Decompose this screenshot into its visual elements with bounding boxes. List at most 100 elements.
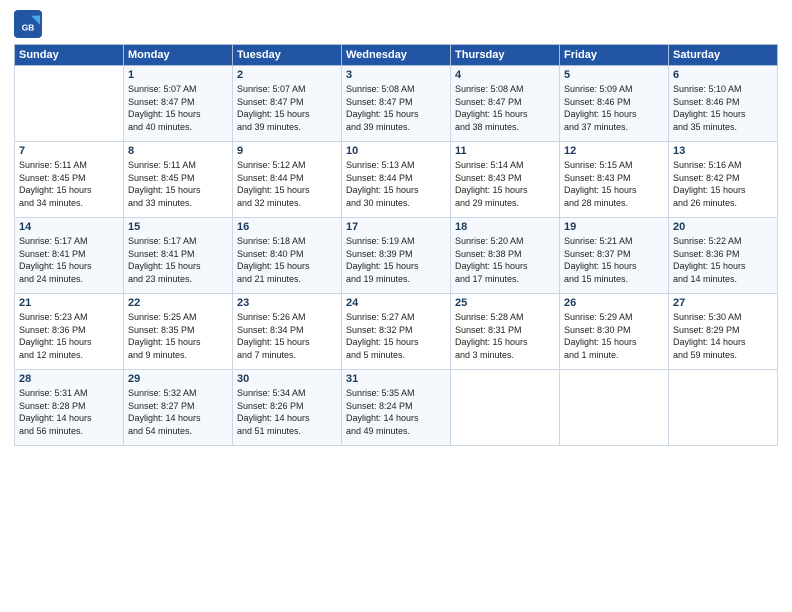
day-number: 28 bbox=[19, 373, 119, 385]
calendar-cell: 13Sunrise: 5:16 AMSunset: 8:42 PMDayligh… bbox=[669, 142, 778, 218]
calendar-cell: 2 Sunrise: 5:07 AMSunset: 8:47 PMDaylight… bbox=[233, 66, 342, 142]
cell-details: Sunrise: 5:15 AMSunset: 8:43 PMDaylight:… bbox=[564, 159, 664, 209]
day-number: 12 bbox=[564, 145, 664, 157]
cell-details: Sunrise: 5:08 AMSunset: 8:47 PMDaylight:… bbox=[346, 83, 446, 133]
weekday-header: Monday bbox=[124, 45, 233, 66]
cell-details: Sunrise: 5:13 AMSunset: 8:44 PMDaylight:… bbox=[346, 159, 446, 209]
calendar-cell: 17 Sunrise: 5:19 AMSunset: 8:39 PMDayligh… bbox=[342, 218, 451, 294]
day-number: 7 bbox=[19, 145, 119, 157]
calendar-cell: 14 Sunrise: 5:17 AMSunset: 8:41 PMDayligh… bbox=[15, 218, 124, 294]
day-number: 13 bbox=[673, 145, 773, 157]
cell-details: Sunrise: 5:28 AMSunset: 8:31 PMDaylight:… bbox=[455, 311, 555, 361]
cell-details: Sunrise: 5:31 AMSunset: 8:28 PMDaylight:… bbox=[19, 387, 119, 437]
day-number: 26 bbox=[564, 297, 664, 309]
weekday-header: Tuesday bbox=[233, 45, 342, 66]
page-container: GB SundayMondayTuesdayWednesdayThursdayF… bbox=[0, 0, 792, 452]
day-number: 10 bbox=[346, 145, 446, 157]
day-number: 31 bbox=[346, 373, 446, 385]
day-number: 24 bbox=[346, 297, 446, 309]
calendar-cell: 3Sunrise: 5:08 AMSunset: 8:47 PMDaylight… bbox=[342, 66, 451, 142]
day-number: 16 bbox=[237, 221, 337, 233]
calendar-cell bbox=[451, 370, 560, 446]
calendar-cell: 4Sunrise: 5:08 AMSunset: 8:47 PMDaylight… bbox=[451, 66, 560, 142]
cell-details: Sunrise: 5:23 AMSunset: 8:36 PMDaylight:… bbox=[19, 311, 119, 361]
weekday-header: Thursday bbox=[451, 45, 560, 66]
weekday-header: Friday bbox=[560, 45, 669, 66]
day-number: 4 bbox=[455, 69, 555, 81]
cell-details: Sunrise: 5:09 AMSunset: 8:46 PMDaylight:… bbox=[564, 83, 664, 133]
day-number: 25 bbox=[455, 297, 555, 309]
calendar-cell: 12 Sunrise: 5:15 AMSunset: 8:43 PMDayligh… bbox=[560, 142, 669, 218]
weekday-header: Saturday bbox=[669, 45, 778, 66]
day-number: 27 bbox=[673, 297, 773, 309]
calendar-cell: 9Sunrise: 5:12 AMSunset: 8:44 PMDaylight… bbox=[233, 142, 342, 218]
header: GB bbox=[14, 10, 778, 38]
day-number: 11 bbox=[455, 145, 555, 157]
day-number: 22 bbox=[128, 297, 228, 309]
cell-details: Sunrise: 5:27 AMSunset: 8:32 PMDaylight:… bbox=[346, 311, 446, 361]
cell-details: Sunrise: 5:18 AMSunset: 8:40 PMDaylight:… bbox=[237, 235, 337, 285]
day-number: 15 bbox=[128, 221, 228, 233]
calendar-cell: 10 Sunrise: 5:13 AMSunset: 8:44 PMDayligh… bbox=[342, 142, 451, 218]
day-number: 29 bbox=[128, 373, 228, 385]
cell-details: Sunrise: 5:14 AMSunset: 8:43 PMDaylight:… bbox=[455, 159, 555, 209]
calendar-cell: 6 Sunrise: 5:10 AMSunset: 8:46 PMDaylight… bbox=[669, 66, 778, 142]
calendar-header-row: SundayMondayTuesdayWednesdayThursdayFrid… bbox=[15, 45, 778, 66]
logo: GB bbox=[14, 10, 44, 38]
day-number: 2 bbox=[237, 69, 337, 81]
day-number: 1 bbox=[128, 69, 228, 81]
calendar-body: 1 Sunrise: 5:07 AMSunset: 8:47 PMDaylight… bbox=[15, 66, 778, 446]
calendar-cell: 23 Sunrise: 5:26 AMSunset: 8:34 PMDayligh… bbox=[233, 294, 342, 370]
cell-details: Sunrise: 5:21 AMSunset: 8:37 PMDaylight:… bbox=[564, 235, 664, 285]
day-number: 18 bbox=[455, 221, 555, 233]
calendar-cell: 7 Sunrise: 5:11 AMSunset: 8:45 PMDaylight… bbox=[15, 142, 124, 218]
calendar-cell: 24 Sunrise: 5:27 AMSunset: 8:32 PMDayligh… bbox=[342, 294, 451, 370]
day-number: 20 bbox=[673, 221, 773, 233]
cell-details: Sunrise: 5:30 AMSunset: 8:29 PMDaylight:… bbox=[673, 311, 773, 361]
calendar-cell bbox=[669, 370, 778, 446]
cell-details: Sunrise: 5:07 AMSunset: 8:47 PMDaylight:… bbox=[237, 83, 337, 133]
calendar-week-row: 14 Sunrise: 5:17 AMSunset: 8:41 PMDayligh… bbox=[15, 218, 778, 294]
cell-details: Sunrise: 5:12 AMSunset: 8:44 PMDaylight:… bbox=[237, 159, 337, 209]
calendar-cell: 27 Sunrise: 5:30 AMSunset: 8:29 PMDayligh… bbox=[669, 294, 778, 370]
calendar-cell: 11 Sunrise: 5:14 AMSunset: 8:43 PMDayligh… bbox=[451, 142, 560, 218]
weekday-header: Sunday bbox=[15, 45, 124, 66]
calendar-cell: 5Sunrise: 5:09 AMSunset: 8:46 PMDaylight… bbox=[560, 66, 669, 142]
day-number: 8 bbox=[128, 145, 228, 157]
cell-details: Sunrise: 5:07 AMSunset: 8:47 PMDaylight:… bbox=[128, 83, 228, 133]
cell-details: Sunrise: 5:20 AMSunset: 8:38 PMDaylight:… bbox=[455, 235, 555, 285]
calendar-cell bbox=[15, 66, 124, 142]
calendar-cell: 20 Sunrise: 5:22 AMSunset: 8:36 PMDayligh… bbox=[669, 218, 778, 294]
calendar-cell bbox=[560, 370, 669, 446]
calendar-cell: 28 Sunrise: 5:31 AMSunset: 8:28 PMDayligh… bbox=[15, 370, 124, 446]
logo-icon: GB bbox=[14, 10, 42, 38]
calendar-cell: 26Sunrise: 5:29 AMSunset: 8:30 PMDayligh… bbox=[560, 294, 669, 370]
day-number: 30 bbox=[237, 373, 337, 385]
calendar-cell: 16 Sunrise: 5:18 AMSunset: 8:40 PMDayligh… bbox=[233, 218, 342, 294]
day-number: 6 bbox=[673, 69, 773, 81]
cell-details: Sunrise: 5:17 AMSunset: 8:41 PMDaylight:… bbox=[19, 235, 119, 285]
cell-details: Sunrise: 5:11 AMSunset: 8:45 PMDaylight:… bbox=[128, 159, 228, 209]
cell-details: Sunrise: 5:22 AMSunset: 8:36 PMDaylight:… bbox=[673, 235, 773, 285]
calendar-cell: 1 Sunrise: 5:07 AMSunset: 8:47 PMDaylight… bbox=[124, 66, 233, 142]
calendar-table: SundayMondayTuesdayWednesdayThursdayFrid… bbox=[14, 44, 778, 446]
day-number: 14 bbox=[19, 221, 119, 233]
calendar-cell: 29Sunrise: 5:32 AMSunset: 8:27 PMDayligh… bbox=[124, 370, 233, 446]
day-number: 17 bbox=[346, 221, 446, 233]
calendar-cell: 8 Sunrise: 5:11 AMSunset: 8:45 PMDaylight… bbox=[124, 142, 233, 218]
weekday-header: Wednesday bbox=[342, 45, 451, 66]
calendar-week-row: 21Sunrise: 5:23 AMSunset: 8:36 PMDayligh… bbox=[15, 294, 778, 370]
calendar-cell: 22Sunrise: 5:25 AMSunset: 8:35 PMDayligh… bbox=[124, 294, 233, 370]
calendar-cell: 18 Sunrise: 5:20 AMSunset: 8:38 PMDayligh… bbox=[451, 218, 560, 294]
cell-details: Sunrise: 5:19 AMSunset: 8:39 PMDaylight:… bbox=[346, 235, 446, 285]
calendar-cell: 19 Sunrise: 5:21 AMSunset: 8:37 PMDayligh… bbox=[560, 218, 669, 294]
svg-text:GB: GB bbox=[22, 23, 35, 33]
cell-details: Sunrise: 5:26 AMSunset: 8:34 PMDaylight:… bbox=[237, 311, 337, 361]
day-number: 19 bbox=[564, 221, 664, 233]
cell-details: Sunrise: 5:35 AMSunset: 8:24 PMDaylight:… bbox=[346, 387, 446, 437]
calendar-cell: 15Sunrise: 5:17 AMSunset: 8:41 PMDayligh… bbox=[124, 218, 233, 294]
cell-details: Sunrise: 5:10 AMSunset: 8:46 PMDaylight:… bbox=[673, 83, 773, 133]
calendar-cell: 21Sunrise: 5:23 AMSunset: 8:36 PMDayligh… bbox=[15, 294, 124, 370]
day-number: 23 bbox=[237, 297, 337, 309]
cell-details: Sunrise: 5:11 AMSunset: 8:45 PMDaylight:… bbox=[19, 159, 119, 209]
